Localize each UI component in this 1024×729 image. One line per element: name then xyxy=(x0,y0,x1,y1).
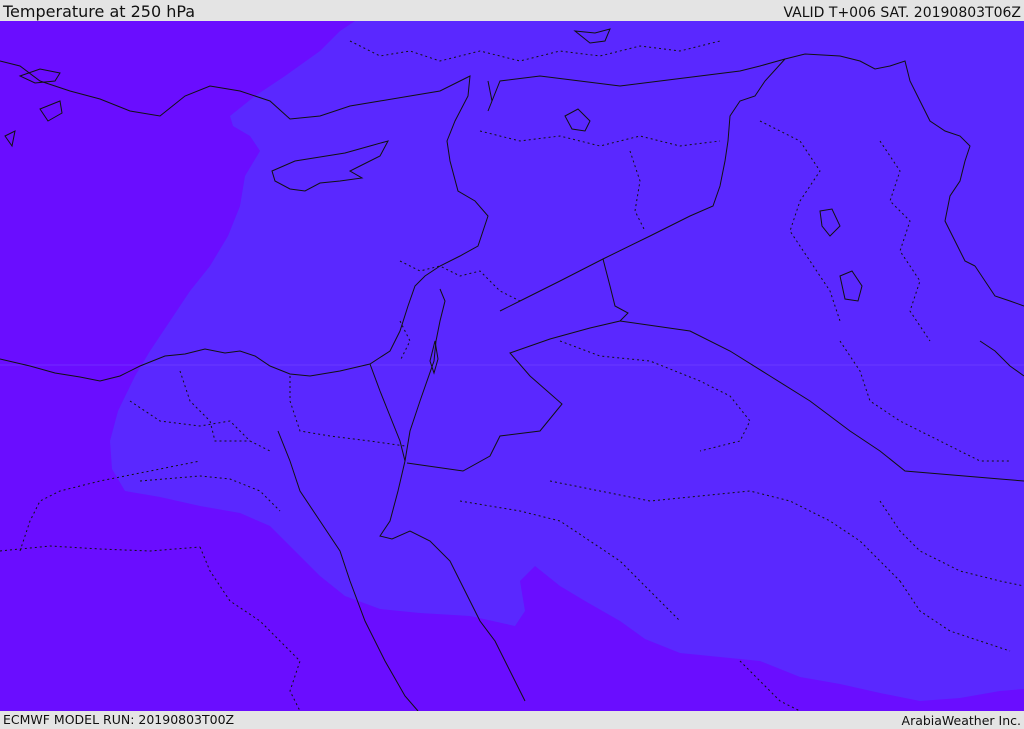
credit-label: ArabiaWeather Inc. xyxy=(901,713,1021,728)
model-run-label: ECMWF MODEL RUN: 20190803T00Z xyxy=(3,712,235,727)
weather-map xyxy=(0,21,1024,711)
valid-time: VALID T+006 SAT. 20190803T06Z xyxy=(783,5,1021,21)
map-title: Temperature at 250 hPa xyxy=(3,2,196,21)
